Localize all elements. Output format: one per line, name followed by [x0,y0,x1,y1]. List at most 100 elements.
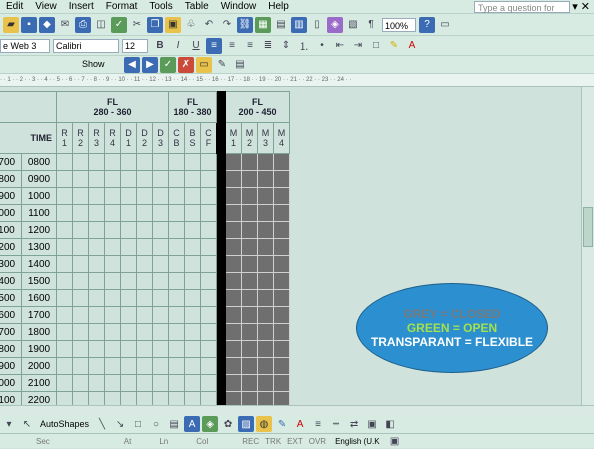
flexible-slot-cell[interactable] [152,323,169,341]
flexible-slot-cell[interactable] [104,221,121,239]
flexible-slot-cell[interactable] [72,323,89,341]
track-changes-icon[interactable]: ✎ [214,57,230,73]
flexible-slot-cell[interactable] [152,340,169,358]
flexible-slot-cell[interactable] [88,221,105,239]
closed-slot-cell[interactable] [273,391,290,405]
flexible-slot-cell[interactable] [152,306,169,324]
closed-slot-cell[interactable] [241,153,258,171]
menu-insert[interactable]: Insert [63,0,100,14]
closed-slot-cell[interactable] [273,187,290,205]
flexible-slot-cell[interactable] [56,340,73,358]
flexible-slot-cell[interactable] [72,204,89,222]
flexible-slot-cell[interactable] [200,187,217,205]
flexible-slot-cell[interactable] [56,153,73,171]
line-spacing-icon[interactable]: ⇕ [278,38,294,54]
insert-excel-icon[interactable]: ▥ [291,16,307,33]
flexible-slot-cell[interactable] [200,289,217,307]
flexible-slot-cell[interactable] [184,306,201,324]
flexible-slot-cell[interactable] [104,204,121,222]
flexible-slot-cell[interactable] [56,238,73,256]
closed-slot-cell[interactable] [257,374,274,392]
flexible-slot-cell[interactable] [152,204,169,222]
closed-slot-cell[interactable] [273,153,290,171]
menu-table[interactable]: Table [179,0,215,14]
flexible-slot-cell[interactable] [56,255,73,273]
drawing-icon[interactable]: ◈ [327,16,343,33]
fill-color-icon[interactable]: ◍ [256,416,273,432]
closed-slot-cell[interactable] [241,187,258,205]
font-color-icon[interactable]: A [404,38,420,54]
closed-slot-cell[interactable] [273,289,290,307]
bold-icon[interactable]: B [152,38,168,54]
highlight-icon[interactable]: ✎ [386,38,402,54]
flexible-slot-cell[interactable] [88,391,105,405]
dash-style-icon[interactable]: ┅ [328,416,344,432]
menu-tools[interactable]: Tools [143,0,178,14]
flexible-slot-cell[interactable] [152,170,169,188]
align-left-icon[interactable]: ≡ [206,37,222,54]
open-icon[interactable]: ▰ [3,16,19,33]
closed-slot-cell[interactable] [241,221,258,239]
flexible-slot-cell[interactable] [168,391,185,405]
flexible-slot-cell[interactable] [184,272,201,290]
closed-slot-cell[interactable] [241,204,258,222]
closed-slot-cell[interactable] [273,340,290,358]
font-select[interactable]: Calibri [53,38,119,53]
flexible-slot-cell[interactable] [72,238,89,256]
closed-slot-cell[interactable] [225,238,242,256]
flexible-slot-cell[interactable] [56,221,73,239]
flexible-slot-cell[interactable] [168,255,185,273]
oval-icon[interactable]: ○ [148,416,164,432]
flexible-slot-cell[interactable] [104,340,121,358]
flexible-slot-cell[interactable] [200,153,217,171]
flexible-slot-cell[interactable] [152,221,169,239]
flexible-slot-cell[interactable] [88,340,105,358]
format-painter-icon[interactable]: ♧ [183,17,199,33]
font-size-select[interactable]: 12 [122,38,148,53]
flexible-slot-cell[interactable] [72,340,89,358]
menu-view[interactable]: View [29,0,63,14]
closed-slot-cell[interactable] [241,323,258,341]
print-preview-icon[interactable]: ◫ [93,17,109,33]
undo-icon[interactable]: ↶ [201,17,217,33]
flexible-slot-cell[interactable] [200,374,217,392]
closed-slot-cell[interactable] [241,272,258,290]
permission-icon[interactable]: ◆ [39,16,55,33]
closed-slot-cell[interactable] [257,357,274,375]
reject-change-icon[interactable]: ✗ [178,56,194,73]
flexible-slot-cell[interactable] [120,357,137,375]
flexible-slot-cell[interactable] [168,289,185,307]
flexible-slot-cell[interactable] [136,204,153,222]
flexible-slot-cell[interactable] [168,374,185,392]
closed-slot-cell[interactable] [257,153,274,171]
flexible-slot-cell[interactable] [120,374,137,392]
flexible-slot-cell[interactable] [184,340,201,358]
horizontal-ruler[interactable]: · · 1 · · 2 · · 3 · · 4 · · 5 · · 6 · · … [0,74,594,87]
flexible-slot-cell[interactable] [168,187,185,205]
arrow-style-icon[interactable]: ⇄ [346,416,362,432]
closed-slot-cell[interactable] [273,221,290,239]
closed-slot-cell[interactable] [257,340,274,358]
closed-slot-cell[interactable] [241,340,258,358]
flexible-slot-cell[interactable] [168,340,185,358]
flexible-slot-cell[interactable] [56,204,73,222]
flexible-slot-cell[interactable] [120,221,137,239]
closed-slot-cell[interactable] [273,323,290,341]
flexible-slot-cell[interactable] [120,255,137,273]
email-icon[interactable]: ✉ [57,17,73,33]
flexible-slot-cell[interactable] [56,289,73,307]
flexible-slot-cell[interactable] [184,357,201,375]
print-icon[interactable]: ⎙ [75,16,91,33]
flexible-slot-cell[interactable] [168,170,185,188]
flexible-slot-cell[interactable] [72,306,89,324]
flexible-slot-cell[interactable] [104,323,121,341]
document-map-icon[interactable]: ▧ [345,17,361,33]
flexible-slot-cell[interactable] [88,306,105,324]
read-icon[interactable]: ▭ [437,17,453,33]
flexible-slot-cell[interactable] [184,289,201,307]
flexible-slot-cell[interactable] [88,255,105,273]
closed-slot-cell[interactable] [225,340,242,358]
flexible-slot-cell[interactable] [136,391,153,405]
closed-slot-cell[interactable] [273,357,290,375]
flexible-slot-cell[interactable] [88,204,105,222]
